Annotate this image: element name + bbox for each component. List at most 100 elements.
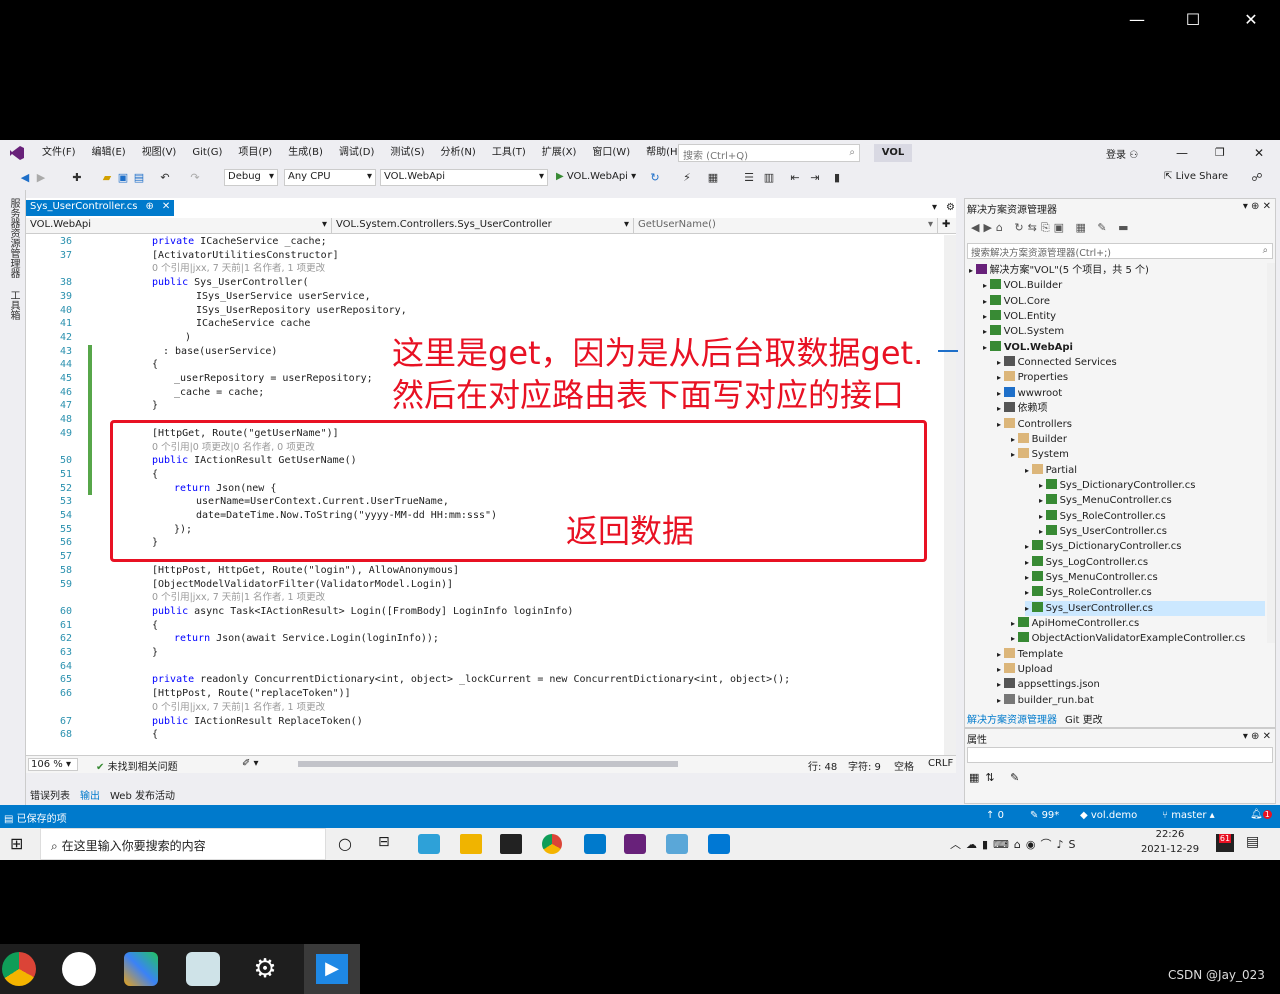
zoom-select[interactable]: 106 % ▾ xyxy=(28,758,78,771)
tree-scrollbar[interactable] xyxy=(1267,263,1275,643)
expand-arrow-icon[interactable]: ▸ xyxy=(983,343,990,352)
new-item-icon[interactable]: ✚ xyxy=(70,171,84,185)
taskbar-search-input[interactable]: ⌕ 在这里输入你要搜索的内容 xyxy=(40,828,326,860)
solution-search-input[interactable]: 搜索解决方案资源管理器(Ctrl+;) ⌕ xyxy=(967,243,1273,259)
tree-item[interactable]: ▸ Sys_RoleController.cs xyxy=(1025,585,1152,600)
toolbox-tab[interactable]: 工具箱 xyxy=(6,290,21,320)
vs-close-icon[interactable]: ✕ xyxy=(1254,146,1264,160)
menu-item[interactable]: 测试(S) xyxy=(382,140,432,166)
class-nav-select[interactable]: VOL.System.Controllers.Sys_UserControlle… xyxy=(332,218,634,234)
app-icon-3[interactable] xyxy=(708,834,730,854)
dock-settings-gear-icon[interactable]: ⚙ xyxy=(248,952,282,986)
chrome-icon[interactable] xyxy=(542,834,562,854)
project-nav-select[interactable]: VOL.WebApi ▾ xyxy=(26,218,332,234)
menu-item[interactable]: 生成(B) xyxy=(280,140,331,166)
tree-item[interactable]: ▸ Controllers xyxy=(997,417,1072,432)
dock-chrome-icon[interactable] xyxy=(2,952,36,986)
menu-item[interactable]: 文件(F) xyxy=(34,140,84,166)
feedback-icon[interactable]: ☍ xyxy=(1250,171,1264,185)
action-center-icon[interactable]: ▤ xyxy=(1246,834,1259,850)
cortana-icon[interactable]: ○ xyxy=(338,834,352,853)
dock-app-icon[interactable] xyxy=(62,952,96,986)
tree-item[interactable]: ▸ Builder xyxy=(1011,432,1067,447)
visual-studio-icon[interactable] xyxy=(624,834,646,854)
menu-item[interactable]: 编辑(E) xyxy=(84,140,134,166)
tab-git-changes[interactable]: Git 更改 xyxy=(1065,711,1103,726)
split-icon[interactable]: ✚ xyxy=(942,219,950,230)
tree-item[interactable]: ▸ Template xyxy=(997,647,1063,662)
menu-item[interactable]: 工具(T) xyxy=(484,140,534,166)
forward-icon[interactable]: ▶ xyxy=(34,171,48,185)
tree-item[interactable]: ▸ Sys_LogController.cs xyxy=(1025,555,1148,570)
menu-item[interactable]: 扩展(X) xyxy=(534,140,585,166)
system-tray[interactable]: ︿☁▮⌨⌂◉⌒♪S xyxy=(950,836,1081,852)
server-explorer-tab[interactable]: 服务器资源管理器 xyxy=(6,198,21,278)
tab-close-icon[interactable]: ✕ xyxy=(162,201,170,215)
terminal-icon[interactable] xyxy=(500,834,522,854)
indent-icon[interactable]: ⇤ xyxy=(788,171,802,185)
app-icon-1[interactable] xyxy=(418,834,440,854)
tree-item[interactable]: ▸ ApiHomeController.cs xyxy=(1011,616,1139,631)
repo-indicator[interactable]: ◆ vol.demo xyxy=(1080,810,1137,821)
pending-changes[interactable]: ✎ 99* xyxy=(1030,810,1059,821)
tree-item[interactable]: ▸ Upload xyxy=(997,662,1053,677)
config-select[interactable]: Debug ▾ xyxy=(224,169,278,186)
vs-restore-icon[interactable]: ❐ xyxy=(1215,146,1225,159)
windows-start-icon[interactable]: ⊞ xyxy=(10,834,23,853)
undo-icon[interactable]: ↶ xyxy=(158,171,172,185)
tree-item[interactable]: ▸ 解决方案"VOL"(5 个项目，共 5 个) xyxy=(969,263,1149,278)
open-icon[interactable]: ▰ xyxy=(100,171,114,185)
tree-item[interactable]: ▸ VOL.Builder xyxy=(983,278,1062,293)
back-icon[interactable]: ◀ xyxy=(18,171,32,185)
minimize-icon[interactable]: — xyxy=(1124,10,1150,30)
task-view-icon[interactable]: ⊟ xyxy=(378,834,390,850)
horizontal-scrollbar[interactable] xyxy=(298,761,678,767)
tab-error-list[interactable]: 错误列表 xyxy=(30,787,70,802)
tree-item[interactable]: ▸ Sys_MenuController.cs xyxy=(1039,493,1172,508)
tab-sys-usercontroller[interactable]: Sys_UserController.cs ⊕ ✕ xyxy=(26,200,175,216)
save-icon[interactable]: ▣ xyxy=(116,171,130,185)
notification-icon[interactable]: 🔔︎ 1 xyxy=(1250,809,1272,820)
tab-solution-explorer[interactable]: 解决方案资源管理器 xyxy=(967,711,1057,726)
layout-icon[interactable]: ▥ xyxy=(762,171,776,185)
vs-minimize-icon[interactable]: — xyxy=(1176,146,1188,160)
dock-notepad-icon[interactable] xyxy=(186,952,220,986)
branch-indicator[interactable]: ⑂ master ▴ xyxy=(1162,810,1215,821)
menu-item[interactable]: 调试(D) xyxy=(331,140,383,166)
close-icon[interactable]: ✕ xyxy=(1238,10,1264,30)
solution-toolbar[interactable]: ◀▶⌂ ↻⇆⎘▣ ▦ ✎ ▬ xyxy=(971,221,1133,235)
live-share-button[interactable]: ⇱ Live Share xyxy=(1164,171,1228,182)
menu-item[interactable]: 分析(N) xyxy=(433,140,484,166)
tree-item[interactable]: ▸ Properties xyxy=(997,370,1068,385)
tree-item[interactable]: ▸ ObjectActionValidatorExampleController… xyxy=(1011,631,1245,646)
vertical-scrollbar[interactable] xyxy=(944,235,956,755)
panel-pin-icon[interactable]: ▾ ⊕ ✕ xyxy=(1243,201,1271,212)
tree-item[interactable]: ▸ appsettings.json xyxy=(997,677,1100,692)
search-input[interactable]: 搜索 (Ctrl+Q) ⌕ xyxy=(678,144,860,162)
screenshot-icon[interactable]: ▦ xyxy=(706,171,720,185)
pin-icon[interactable]: ⊕ xyxy=(145,201,153,215)
outdent-icon[interactable]: ⇥ xyxy=(808,171,822,185)
vscode-icon[interactable] xyxy=(584,834,606,854)
push-indicator[interactable]: ↑ 0 xyxy=(986,810,1004,821)
tab-web-publish[interactable]: Web 发布活动 xyxy=(110,787,175,802)
format-icon[interactable]: ☰ xyxy=(742,171,756,185)
tree-item[interactable]: ▸ Sys_UserController.cs xyxy=(1039,524,1167,539)
tree-item[interactable]: ▸ Sys_UserController.cs xyxy=(1025,600,1265,616)
file-explorer-icon[interactable] xyxy=(460,834,482,854)
tree-item[interactable]: ▸ Sys_MenuController.cs xyxy=(1025,570,1158,585)
tree-item[interactable]: ▸ VOL.Core xyxy=(983,294,1050,309)
menu-item[interactable]: 窗口(W) xyxy=(584,140,638,166)
save-all-icon[interactable]: ▤ xyxy=(132,171,146,185)
redo-icon[interactable]: ↷ xyxy=(188,171,202,185)
settings-gear-icon[interactable]: ⚙ xyxy=(946,202,955,213)
maximize-icon[interactable]: ☐ xyxy=(1180,10,1206,30)
login-button[interactable]: 登录 ⚇ xyxy=(1106,146,1138,161)
issues-indicator[interactable]: ✔ 未找到相关问题 xyxy=(96,758,178,773)
app-icon-2[interactable] xyxy=(666,834,688,854)
dock-sourcetree-icon[interactable] xyxy=(124,952,158,986)
tree-item[interactable]: ▸ Connected Services xyxy=(997,355,1117,370)
tree-item[interactable]: ▸ Sys_DictionaryController.cs xyxy=(1039,478,1196,493)
tree-item[interactable]: ▸ wwwroot xyxy=(997,386,1062,401)
tree-item[interactable]: ▸ 依赖项 xyxy=(997,401,1048,416)
